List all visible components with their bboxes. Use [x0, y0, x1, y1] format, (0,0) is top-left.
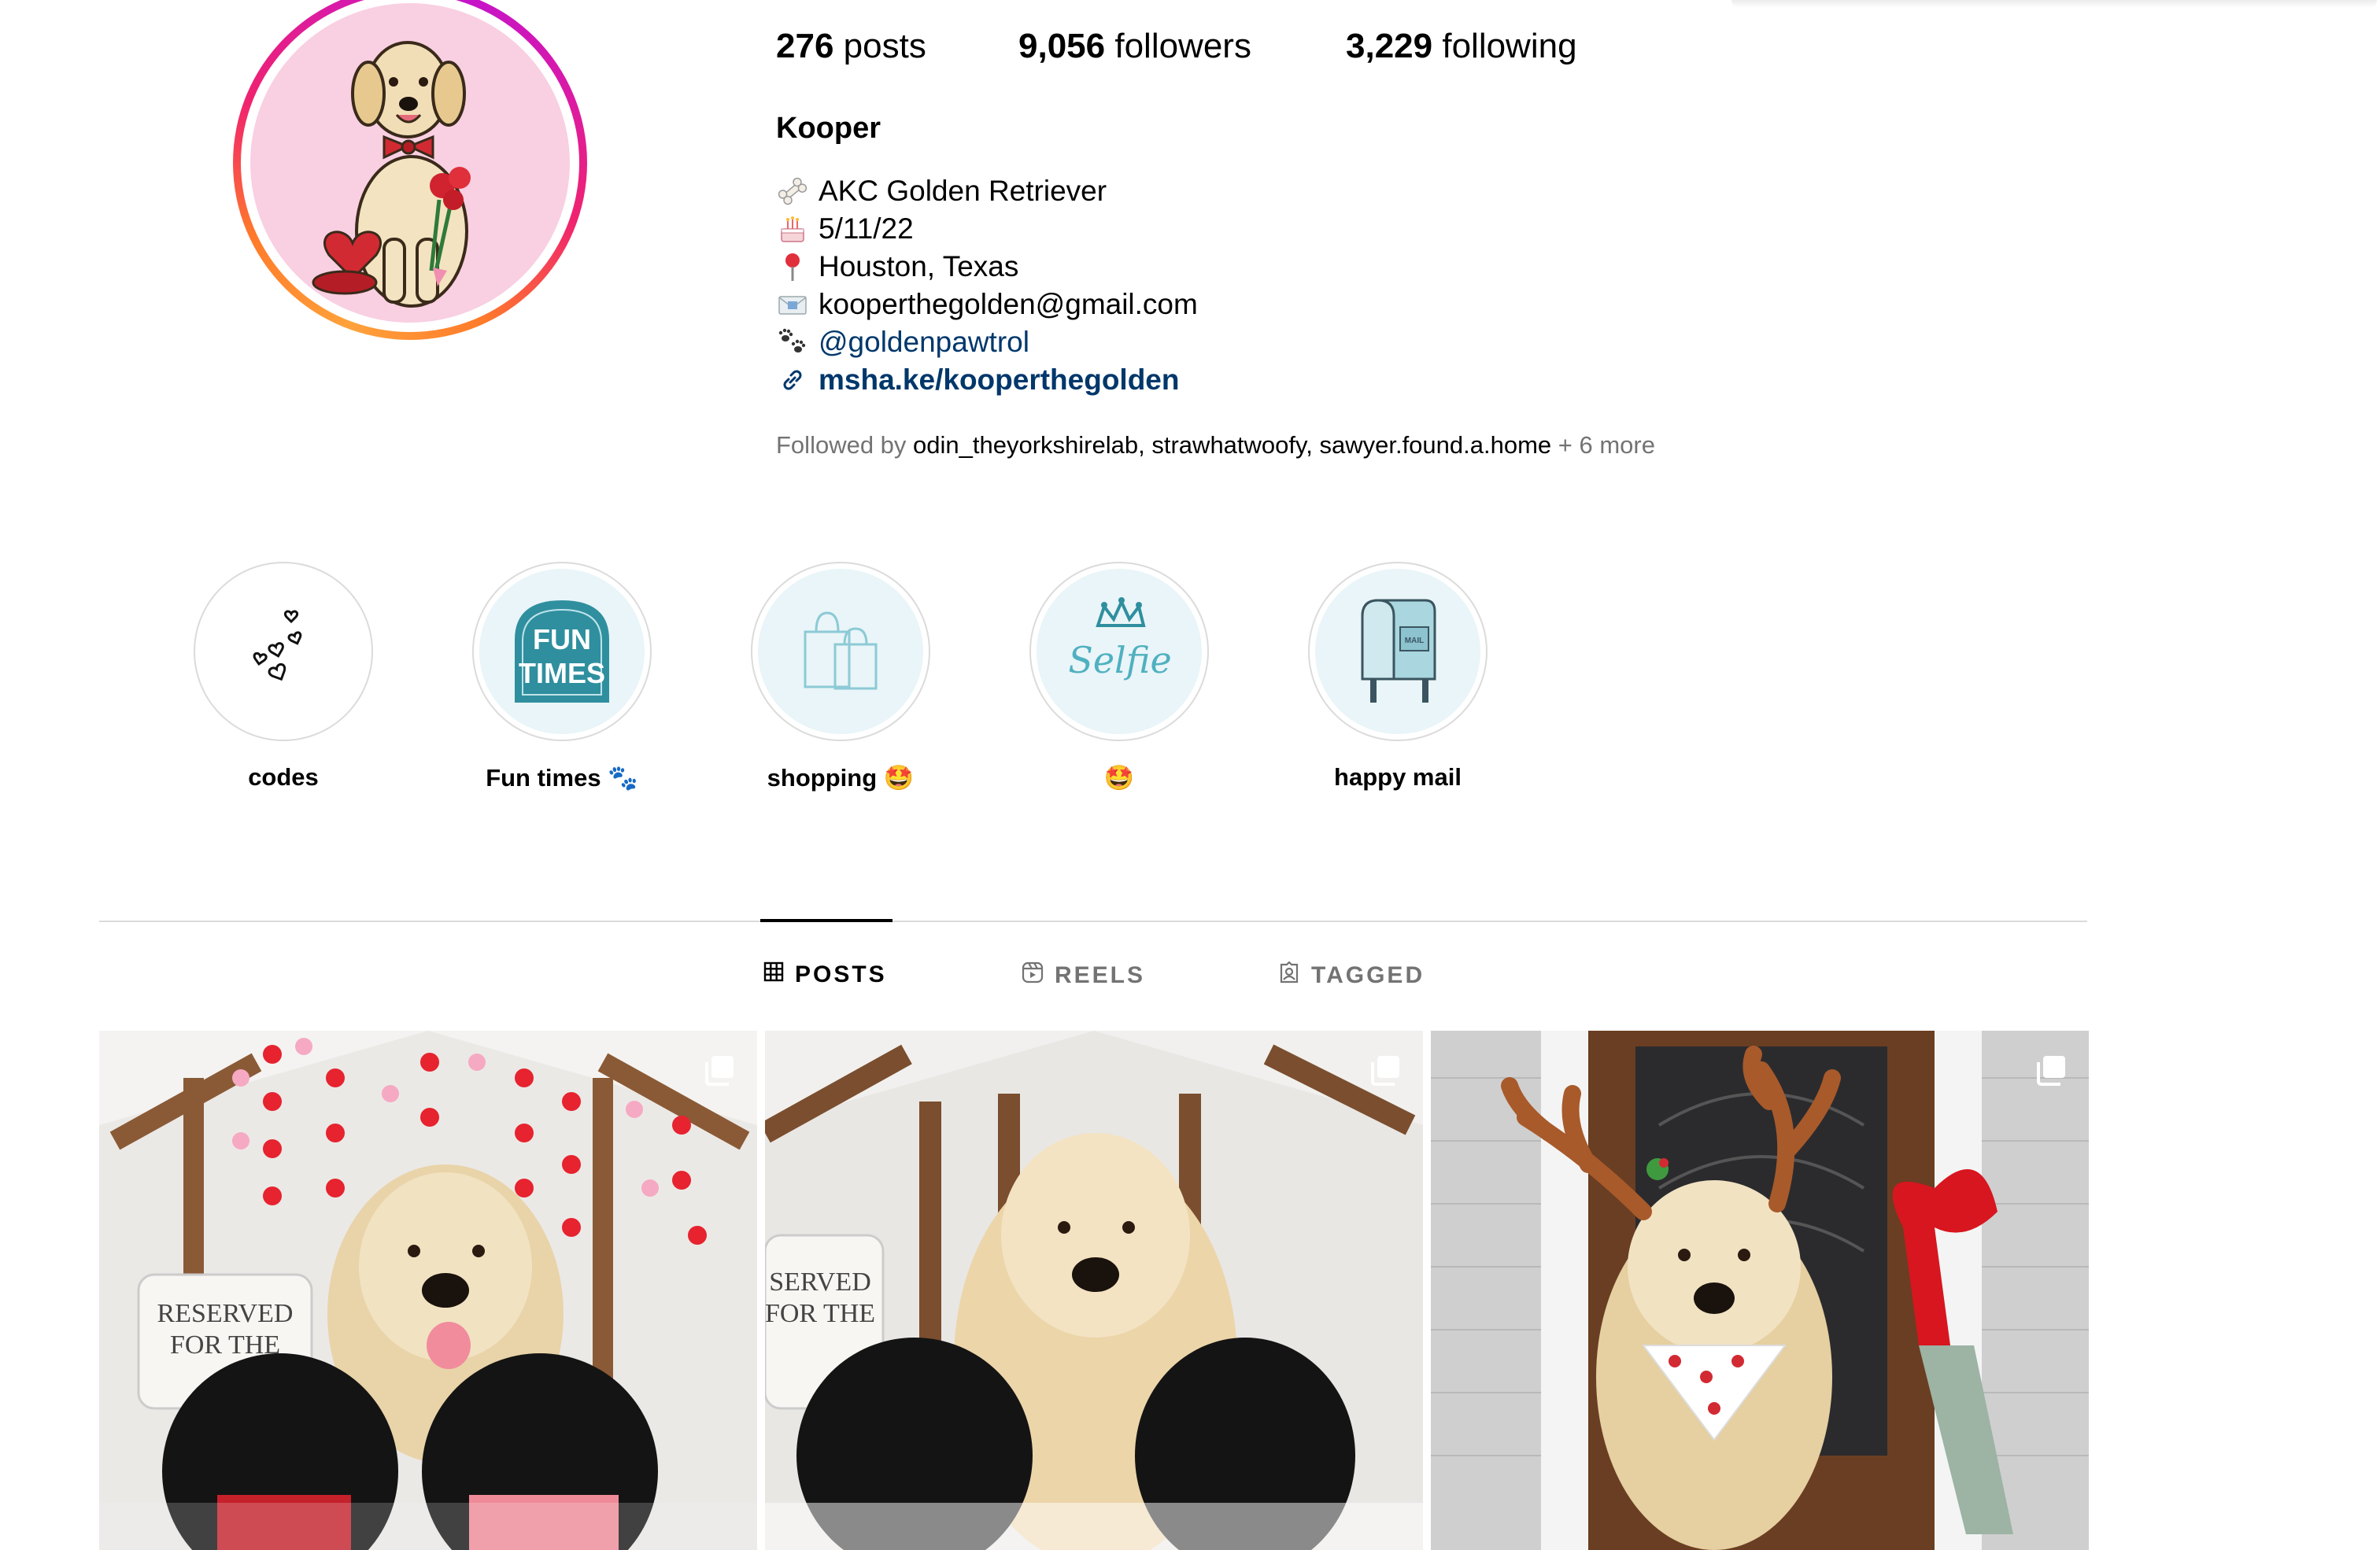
- external-link[interactable]: msha.ke/kooperthegolden: [819, 364, 1180, 397]
- display-name: Kooper: [776, 112, 881, 145]
- mention-link[interactable]: @goldenpawtrol: [819, 326, 1029, 359]
- bio-breed-text: AKC Golden Retriever: [819, 175, 1107, 207]
- fun-times-sign-icon: FUN TIMES: [515, 600, 609, 703]
- hearts-doodle-icon: [253, 610, 302, 681]
- golden-retriever-illustration: [312, 41, 471, 308]
- post-tile[interactable]: RESERVED FOR THE: [99, 1031, 757, 1550]
- tab-label: REELS: [1055, 962, 1146, 988]
- mailbox-icon: MAIL: [1361, 599, 1436, 703]
- grid-icon: [763, 961, 784, 988]
- followers-count: 9,056: [1018, 27, 1106, 65]
- tab-tagged[interactable]: TAGGED: [1278, 961, 1425, 990]
- svg-text:TIMES: TIMES: [519, 657, 605, 689]
- birthday-cake-icon: [776, 212, 809, 245]
- follower-username[interactable]: strawhatwoofy: [1151, 431, 1306, 459]
- following-stat[interactable]: 3,229 following: [1346, 27, 1577, 66]
- bone-icon: [776, 175, 809, 208]
- svg-text:FOR THE: FOR THE: [765, 1299, 875, 1328]
- followed-by[interactable]: Followed by odin_theyorkshirelab, strawh…: [776, 431, 1655, 459]
- multiple-photos-icon: [1371, 1056, 1399, 1086]
- multiple-photos-icon: [2037, 1056, 2065, 1086]
- profile-avatar[interactable]: [233, 0, 587, 340]
- tab-label: TAGGED: [1311, 962, 1425, 988]
- svg-text:RESERVED: RESERVED: [157, 1299, 294, 1328]
- following-count: 3,229: [1346, 27, 1433, 65]
- posts-count: 276: [776, 27, 834, 65]
- bio-line-mention: @goldenpawtrol: [776, 326, 1029, 359]
- active-tab-indicator: [760, 919, 893, 922]
- top-shadow: [1731, 0, 2377, 8]
- bio-email-text: kooperthegolden@gmail.com: [819, 288, 1198, 320]
- highlight-happy-mail[interactable]: MAIL: [1308, 562, 1488, 741]
- follower-username[interactable]: sawyer.found.a.home: [1319, 431, 1551, 459]
- bio-location-text: Houston, Texas: [819, 250, 1019, 282]
- bio-line-email: kooperthegolden@gmail.com: [776, 288, 1198, 321]
- followed-by-more[interactable]: + 6 more: [1558, 431, 1655, 459]
- highlight-label: happy mail: [1334, 763, 1462, 791]
- svg-text:MAIL: MAIL: [1405, 637, 1424, 645]
- post-tile[interactable]: SERVED FOR THE: [765, 1031, 1423, 1550]
- highlight-shopping[interactable]: [751, 562, 930, 741]
- envelope-icon: [776, 288, 809, 321]
- highlight-label: shopping 🤩: [767, 764, 915, 792]
- highlight-label: 🤩: [1103, 764, 1135, 792]
- bio-line-link: msha.ke/kooperthegolden: [776, 364, 1180, 397]
- link-icon: [776, 364, 809, 397]
- location-pin-icon: [776, 250, 809, 283]
- highlight-selfie[interactable]: Selfie: [1029, 562, 1209, 741]
- follower-separator: ,: [1306, 431, 1313, 459]
- paw-prints-icon: [776, 326, 809, 359]
- followers-stat[interactable]: 9,056 followers: [1018, 27, 1251, 66]
- tab-posts[interactable]: POSTS: [763, 961, 887, 988]
- posts-count-stat: 276 posts: [776, 27, 926, 66]
- post-image-puppies: SERVED FOR THE: [765, 1031, 1423, 1550]
- follower-separator: ,: [1138, 431, 1145, 459]
- tabs-divider: [99, 921, 2087, 922]
- post-tile[interactable]: [1431, 1031, 2089, 1550]
- follower-username[interactable]: odin_theyorkshirelab: [913, 431, 1138, 459]
- tagged-icon: [1278, 961, 1300, 990]
- bio-line-location: Houston, Texas: [776, 250, 1018, 283]
- tab-label: POSTS: [795, 961, 887, 987]
- bio-line-birthday: 5/11/22: [776, 212, 914, 245]
- svg-text:SERVED: SERVED: [769, 1268, 871, 1297]
- svg-text:FUN: FUN: [533, 623, 591, 655]
- post-image-reindeer: [1431, 1031, 2089, 1550]
- tab-reels[interactable]: REELS: [1022, 961, 1145, 990]
- bio-birthday-text: 5/11/22: [819, 212, 914, 245]
- shopping-bags-icon: [804, 611, 878, 690]
- highlight-codes[interactable]: [194, 562, 373, 741]
- bio-line-breed: AKC Golden Retriever: [776, 175, 1107, 208]
- followers-label: followers: [1114, 27, 1251, 65]
- selfie-crown-icon: Selfie: [1068, 597, 1172, 681]
- followed-by-prefix: Followed by: [776, 431, 907, 459]
- posts-label: posts: [843, 27, 926, 65]
- multiple-photos-icon: [705, 1056, 734, 1086]
- svg-text:Selfie: Selfie: [1068, 639, 1171, 681]
- reels-icon: [1022, 961, 1044, 990]
- highlight-label: codes: [248, 763, 319, 791]
- highlight-fun-times[interactable]: FUN TIMES: [472, 562, 652, 741]
- post-image-valentine: RESERVED FOR THE: [99, 1031, 757, 1550]
- highlight-label: Fun times 🐾: [486, 764, 638, 792]
- following-label: following: [1442, 27, 1577, 65]
